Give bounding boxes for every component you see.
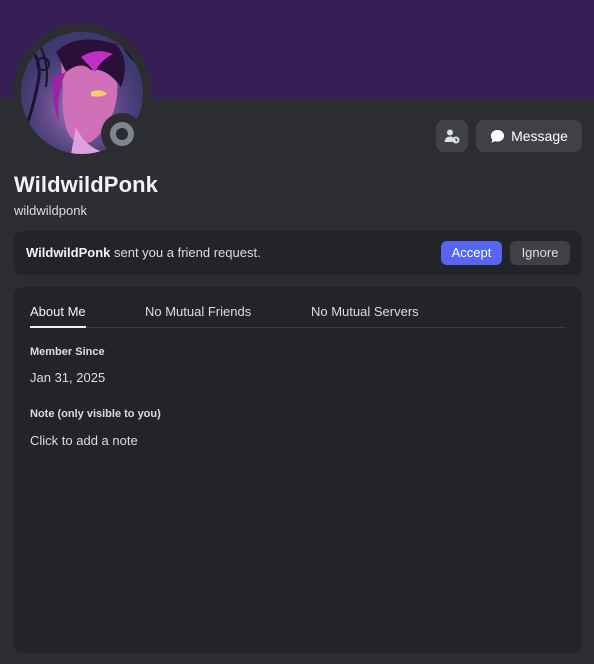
profile-tabs: About Me No Mutual Friends No Mutual Ser… [30, 287, 566, 328]
friend-request-sender: WildwildPonk [26, 245, 111, 260]
profile-details-panel: About Me No Mutual Friends No Mutual Ser… [14, 287, 582, 653]
ignore-button[interactable]: Ignore [510, 241, 570, 265]
friend-request-banner: WildwildPonk sent you a friend request. … [14, 231, 582, 275]
friend-request-message: sent you a friend request. [110, 245, 261, 260]
tab-mutual-friends[interactable]: No Mutual Friends [145, 304, 251, 326]
note-label: Note (only visible to you) [30, 408, 161, 420]
display-name: WildwildPonk [14, 172, 158, 197]
tab-mutual-servers[interactable]: No Mutual Servers [311, 304, 419, 326]
user-pending-icon [444, 129, 460, 144]
add-friend-button[interactable] [436, 120, 468, 152]
tab-about-me[interactable]: About Me [30, 304, 86, 328]
message-button-label: Message [511, 128, 568, 144]
member-since-value: Jan 31, 2025 [30, 370, 106, 385]
offline-status-icon [110, 122, 134, 146]
user-profile-modal: Message WildwildPonk wildwildponk Wildwi… [0, 0, 594, 664]
accept-button[interactable]: Accept [441, 241, 502, 265]
friend-request-text: WildwildPonk sent you a friend request. [26, 245, 261, 260]
speech-bubble-icon [491, 129, 505, 143]
note-input[interactable]: Click to add a note [30, 433, 138, 448]
username: wildwildponk [14, 203, 87, 218]
message-button[interactable]: Message [476, 120, 582, 152]
member-since-label: Member Since [30, 346, 105, 358]
